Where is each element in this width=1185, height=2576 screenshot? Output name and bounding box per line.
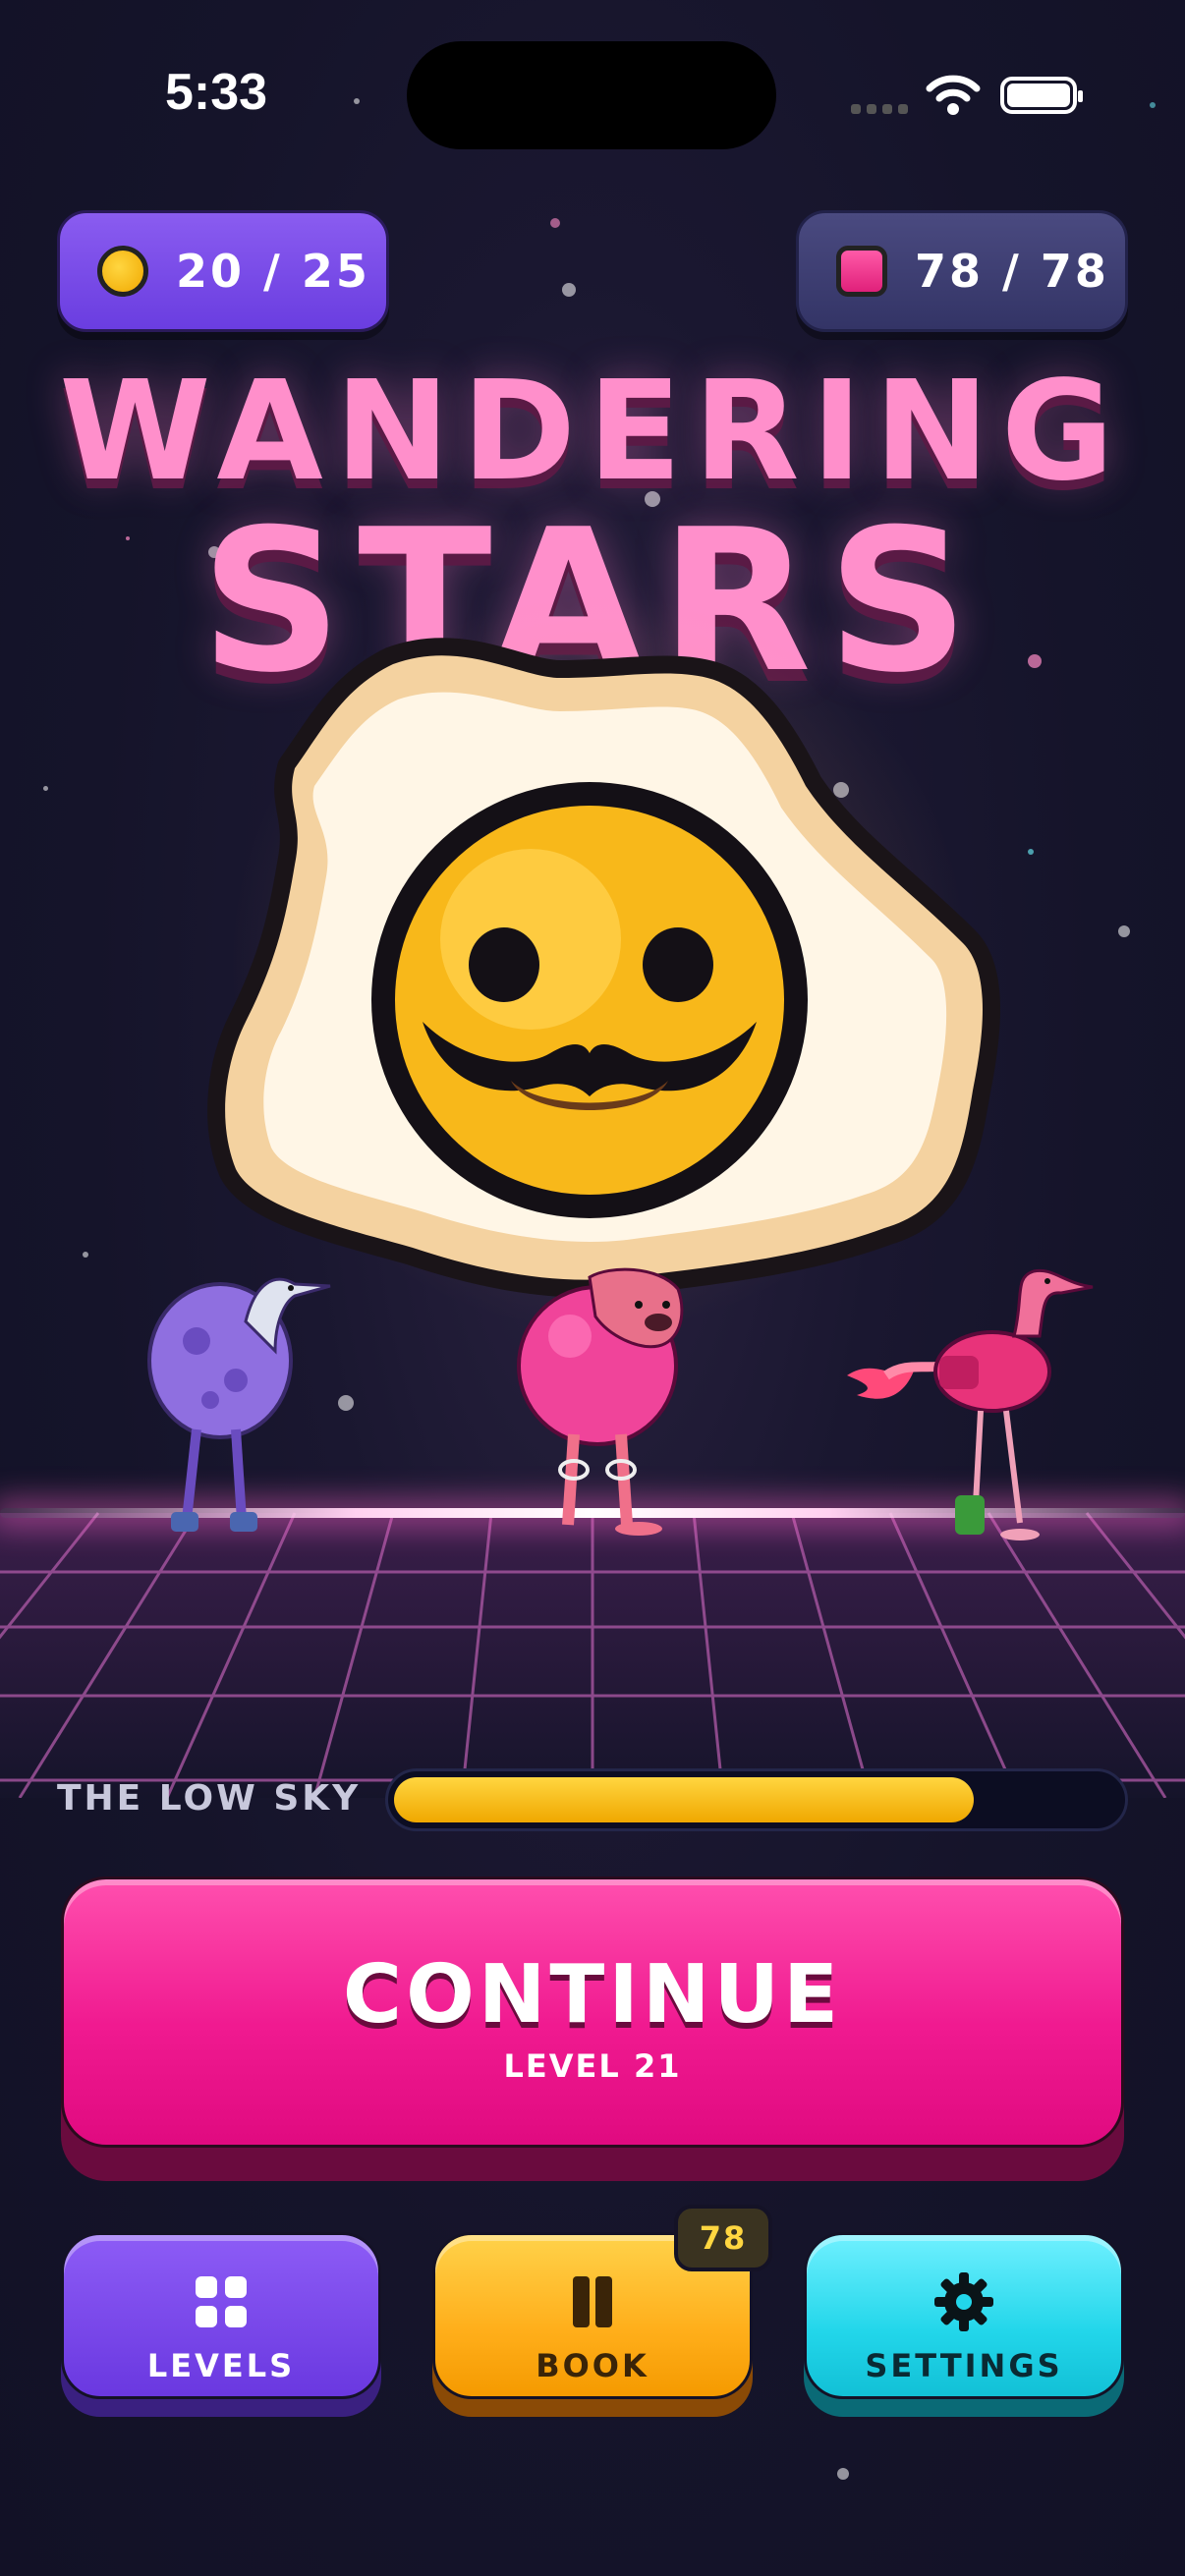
book-label: BOOK [536, 2347, 649, 2384]
progress-bar [385, 1768, 1128, 1831]
grid-icon [196, 2276, 247, 2327]
gear-icon [934, 2272, 993, 2331]
levels-button[interactable]: LEVELS [61, 2232, 381, 2399]
progress-fill [394, 1777, 975, 1822]
settings-button[interactable]: SETTINGS [804, 2232, 1124, 2399]
pink-flamingo-hairdryer [847, 1268, 1094, 1540]
settings-label: SETTINGS [865, 2347, 1063, 2384]
continue-button[interactable]: CONTINUE LEVEL 21 [61, 1876, 1124, 2148]
continue-level-label: LEVEL 21 [503, 2047, 682, 2085]
levels-label: LEVELS [146, 2347, 296, 2384]
book-badge: 78 [674, 2205, 772, 2271]
pink-pug-ball [517, 1267, 684, 1536]
book-icon [573, 2276, 612, 2327]
progress-label: THE LOW SKY [57, 1778, 362, 1819]
purple-heron-blob [147, 1277, 331, 1532]
continue-label: CONTINUE [342, 1948, 843, 2042]
